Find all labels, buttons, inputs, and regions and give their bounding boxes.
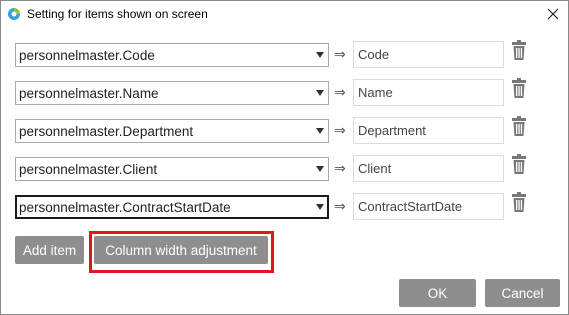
display-name-input[interactable] [353, 41, 504, 68]
field-select-value: personnelmaster.Code [19, 48, 155, 63]
ok-button[interactable]: OK [399, 279, 476, 307]
column-width-adjustment-button[interactable]: Column width adjustment [94, 236, 268, 264]
dialog-title: Setting for items shown on screen [27, 7, 208, 21]
field-select-value: personnelmaster.Department [19, 124, 194, 139]
trash-icon[interactable] [511, 153, 527, 175]
close-button[interactable] [539, 3, 567, 25]
add-item-button[interactable]: Add item [15, 236, 84, 264]
trash-icon[interactable] [511, 115, 527, 137]
close-icon [547, 8, 559, 20]
maps-to-arrow: ⇒ [334, 122, 346, 138]
dropdown-arrow-icon [316, 52, 324, 58]
maps-to-arrow: ⇒ [334, 46, 346, 62]
field-select[interactable]: personnelmaster.Name [15, 81, 329, 105]
display-name-input[interactable] [353, 155, 504, 182]
field-select[interactable]: personnelmaster.Code [15, 43, 329, 67]
dropdown-arrow-icon [316, 128, 324, 134]
item-row: personnelmaster.Client ⇒ [1, 154, 569, 183]
dropdown-arrow-icon [316, 204, 324, 210]
cancel-button[interactable]: Cancel [485, 279, 560, 307]
trash-icon[interactable] [511, 77, 527, 99]
maps-to-arrow: ⇒ [334, 84, 346, 100]
display-name-input[interactable] [353, 79, 504, 106]
field-select-value: personnelmaster.Client [19, 162, 158, 177]
item-row: personnelmaster.Name ⇒ [1, 78, 569, 107]
item-row: personnelmaster.Code ⇒ [1, 40, 569, 69]
maps-to-arrow: ⇒ [334, 160, 346, 176]
field-select-value: personnelmaster.Name [19, 86, 159, 101]
title-bar: Setting for items shown on screen [1, 1, 568, 28]
app-logo-icon [8, 8, 20, 20]
dropdown-arrow-icon [316, 90, 324, 96]
field-select-value: personnelmaster.ContractStartDate [19, 200, 231, 215]
trash-icon[interactable] [511, 39, 527, 61]
display-name-input[interactable] [353, 193, 504, 220]
settings-dialog: Setting for items shown on screen person… [0, 0, 569, 315]
trash-icon[interactable] [511, 191, 527, 213]
maps-to-arrow: ⇒ [334, 198, 346, 214]
field-select[interactable]: personnelmaster.Client [15, 157, 329, 181]
dropdown-arrow-icon [316, 166, 324, 172]
field-select[interactable]: personnelmaster.Department [15, 119, 329, 143]
item-row: personnelmaster.ContractStartDate ⇒ [1, 192, 569, 221]
field-select[interactable]: personnelmaster.ContractStartDate [15, 195, 329, 219]
display-name-input[interactable] [353, 117, 504, 144]
item-row: personnelmaster.Department ⇒ [1, 116, 569, 145]
